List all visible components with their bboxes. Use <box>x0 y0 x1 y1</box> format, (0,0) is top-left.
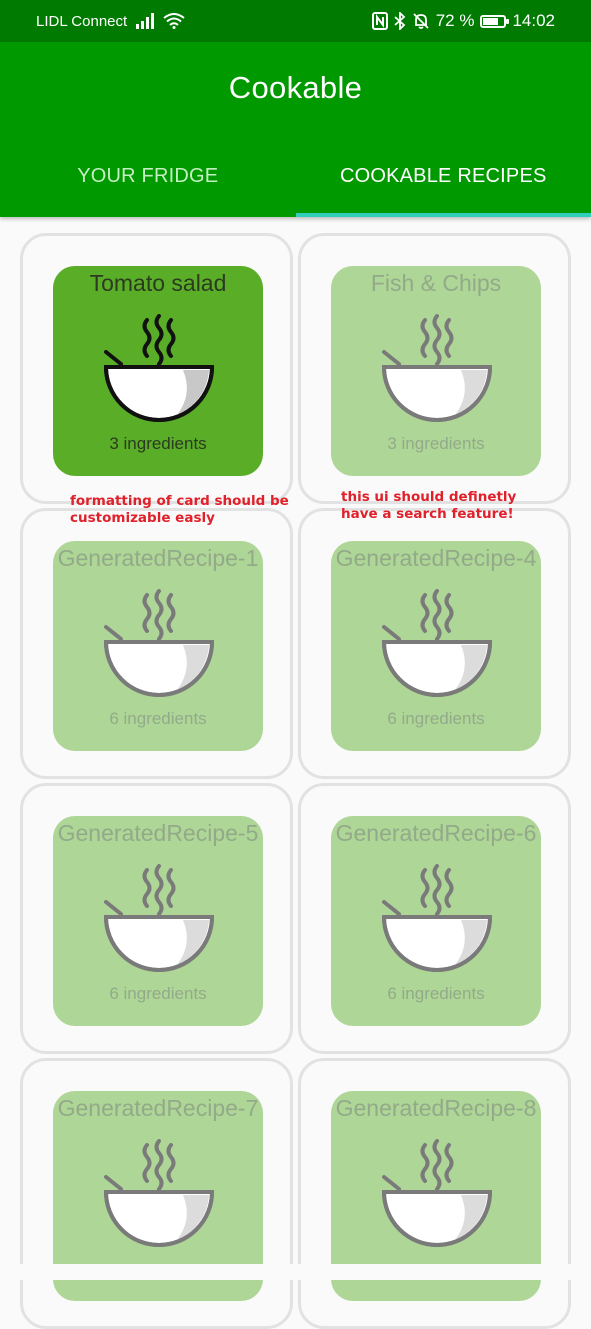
recipe-ingredients: 6 ingredients <box>53 984 263 1004</box>
bell-off-icon <box>412 12 430 30</box>
status-bar: LIDL Connect 72 % 14: <box>0 0 591 42</box>
soup-bowl-icon <box>381 314 493 424</box>
tab-cookable-recipes[interactable]: COOKABLE RECIPES <box>296 141 591 217</box>
soup-bowl-icon <box>103 1139 215 1249</box>
tab-bar: YOUR FRIDGE COOKABLE RECIPES <box>0 141 591 217</box>
status-right: 72 % 14:02 <box>372 11 555 31</box>
annotation-line: customizable easly <box>70 510 289 527</box>
wifi-icon <box>163 13 185 29</box>
recipe-title: GeneratedRecipe-6 <box>331 820 541 847</box>
recipe-grid: Tomato salad 3 ingredients Fish & Chips … <box>20 233 571 1329</box>
recipe-title: GeneratedRecipe-1 <box>53 545 263 572</box>
carrier-name: LIDL Connect <box>36 13 127 30</box>
recipe-cell: GeneratedRecipe-8 <box>298 1058 571 1329</box>
soup-bowl-icon <box>103 314 215 424</box>
soup-bowl-icon <box>103 864 215 974</box>
recipe-cell: GeneratedRecipe-4 6 ingredients <box>298 508 571 779</box>
recipe-card[interactable]: GeneratedRecipe-1 6 ingredients <box>53 541 263 751</box>
recipe-title: GeneratedRecipe-7 <box>53 1095 263 1122</box>
battery-percent: 72 % <box>436 11 475 31</box>
recipe-card[interactable]: GeneratedRecipe-4 6 ingredients <box>331 541 541 751</box>
recipe-title: GeneratedRecipe-4 <box>331 545 541 572</box>
annotation-card-formatting: formatting of card should be customizabl… <box>70 493 289 527</box>
recipe-card[interactable]: GeneratedRecipe-5 6 ingredients <box>53 816 263 1026</box>
battery-fill <box>483 18 497 25</box>
recipe-card[interactable]: GeneratedRecipe-6 6 ingredients <box>331 816 541 1026</box>
recipe-card[interactable]: Fish & Chips 3 ingredients <box>331 266 541 476</box>
soup-bowl-icon <box>103 589 215 699</box>
recipe-title: Tomato salad <box>53 270 263 297</box>
recipe-cell: GeneratedRecipe-1 6 ingredients <box>20 508 293 779</box>
recipe-cell: GeneratedRecipe-7 <box>20 1058 293 1329</box>
clock: 14:02 <box>512 11 555 31</box>
recipe-ingredients: 3 ingredients <box>53 434 263 454</box>
bluetooth-icon <box>394 12 406 30</box>
recipe-card[interactable]: Tomato salad 3 ingredients <box>53 266 263 476</box>
tab-label: COOKABLE RECIPES <box>340 165 547 188</box>
bottom-edge <box>0 1264 591 1280</box>
battery-icon <box>480 15 506 28</box>
status-left: LIDL Connect <box>36 13 185 30</box>
annotation-line: this ui should definetly <box>341 489 516 506</box>
signal-icon <box>135 13 155 29</box>
recipe-cell: GeneratedRecipe-5 6 ingredients <box>20 783 293 1054</box>
nfc-icon <box>372 12 388 30</box>
tab-label: YOUR FRIDGE <box>77 165 218 188</box>
recipe-ingredients: 6 ingredients <box>331 709 541 729</box>
soup-bowl-icon <box>381 864 493 974</box>
annotation-search-feature: this ui should definetly have a search f… <box>341 489 516 523</box>
annotation-line: formatting of card should be <box>70 493 289 510</box>
recipe-title: Fish & Chips <box>331 270 541 297</box>
recipe-cell: GeneratedRecipe-6 6 ingredients <box>298 783 571 1054</box>
soup-bowl-icon <box>381 589 493 699</box>
recipe-title: GeneratedRecipe-8 <box>331 1095 541 1122</box>
recipe-cell: Fish & Chips 3 ingredients <box>298 233 571 504</box>
annotation-line: have a search feature! <box>341 506 516 523</box>
app-title: Cookable <box>0 70 591 106</box>
recipe-title: GeneratedRecipe-5 <box>53 820 263 847</box>
recipe-cell: Tomato salad 3 ingredients <box>20 233 293 504</box>
tab-your-fridge[interactable]: YOUR FRIDGE <box>0 141 296 217</box>
recipe-ingredients: 6 ingredients <box>331 984 541 1004</box>
recipe-ingredients: 3 ingredients <box>331 434 541 454</box>
app-bar: Cookable YOUR FRIDGE COOKABLE RECIPES <box>0 42 591 217</box>
recipe-ingredients: 6 ingredients <box>53 709 263 729</box>
tab-indicator <box>296 213 591 217</box>
soup-bowl-icon <box>381 1139 493 1249</box>
